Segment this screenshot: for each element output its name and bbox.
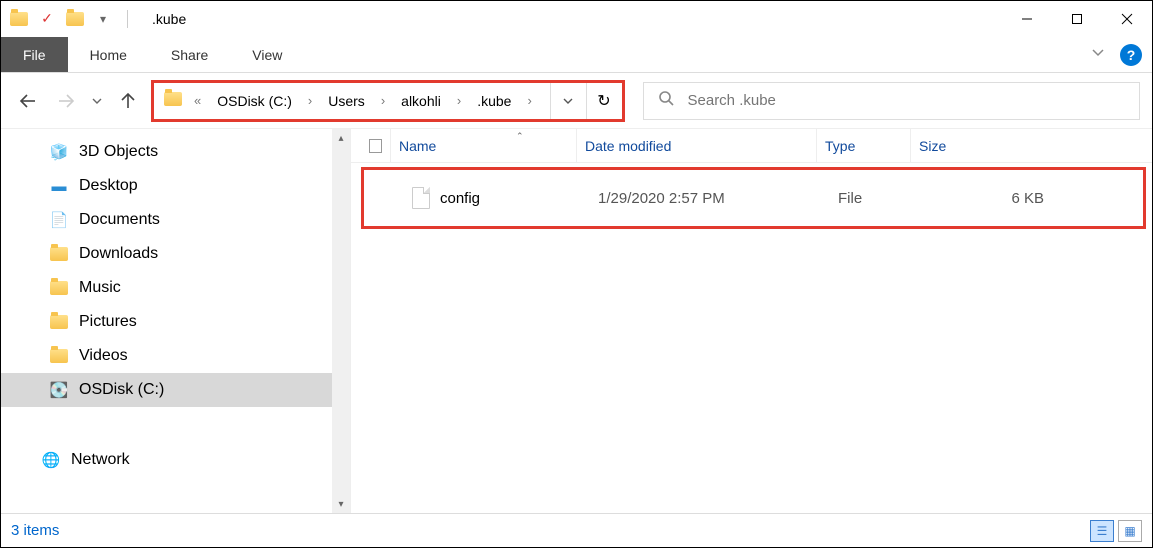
sidebar-label: Music — [79, 279, 121, 297]
status-item-count: 3 items — [11, 522, 59, 539]
sidebar-label: Videos — [79, 347, 128, 365]
address-dropdown-button[interactable] — [550, 83, 586, 119]
file-size: 6 KB — [924, 190, 1084, 207]
checkbox-icon[interactable] — [369, 139, 382, 153]
sidebar-item-music[interactable]: Music — [1, 271, 350, 305]
search-input[interactable] — [688, 92, 1126, 109]
sidebar-label: Pictures — [79, 313, 137, 331]
column-label: Type — [825, 138, 855, 154]
sidebar-item-downloads[interactable]: Downloads — [1, 237, 350, 271]
folder-icon — [9, 9, 29, 29]
sort-indicator-icon: ⌃ — [516, 131, 524, 142]
separator — [127, 10, 128, 28]
thumbnails-view-button[interactable]: ▦ — [1118, 520, 1142, 542]
column-type[interactable]: Type — [817, 129, 911, 162]
qat-customize-icon[interactable]: ▾ — [93, 9, 113, 29]
details-view-button[interactable]: ☰ — [1090, 520, 1114, 542]
sidebar-item-3d-objects[interactable]: 🧊 3D Objects — [1, 135, 350, 169]
up-button[interactable] — [113, 86, 143, 116]
scrollbar[interactable]: ▴ ▾ — [332, 129, 350, 513]
tab-view[interactable]: View — [230, 37, 304, 72]
file-type: File — [830, 190, 924, 207]
sidebar-label: Desktop — [79, 177, 138, 195]
3d-objects-icon: 🧊 — [49, 142, 69, 162]
sidebar-label: 3D Objects — [79, 143, 158, 161]
back-button[interactable] — [13, 86, 43, 116]
help-button[interactable]: ? — [1120, 44, 1142, 66]
videos-icon — [49, 346, 69, 366]
close-button[interactable] — [1102, 1, 1152, 37]
breadcrumb-item[interactable]: Users — [324, 89, 369, 113]
sidebar-item-videos[interactable]: Videos — [1, 339, 350, 373]
ribbon: File Home Share View ? — [1, 37, 1152, 73]
ribbon-expand-icon[interactable] — [1090, 44, 1106, 65]
desktop-icon: ▬ — [49, 176, 69, 196]
minimize-button[interactable] — [1002, 1, 1052, 37]
navigation-pane: 🧊 3D Objects ▬ Desktop 📄 Documents Download… — [1, 129, 351, 513]
breadcrumb-item[interactable]: OSDisk (C:) — [213, 89, 296, 113]
file-icon — [412, 187, 430, 209]
qat-folder-icon[interactable] — [65, 9, 85, 29]
statusbar: 3 items ☰ ▦ — [1, 513, 1152, 547]
documents-icon: 📄 — [49, 210, 69, 230]
file-name: config — [440, 190, 480, 207]
forward-button[interactable] — [51, 86, 81, 116]
column-label: Date modified — [585, 138, 671, 154]
drive-icon: 💽 — [49, 380, 69, 400]
sidebar-label: OSDisk (C:) — [79, 381, 164, 399]
search-icon — [658, 90, 674, 111]
address-bar[interactable]: « OSDisk (C:) › Users › alkohli › .kube … — [151, 80, 625, 122]
file-tab[interactable]: File — [1, 37, 68, 72]
pictures-icon — [49, 312, 69, 332]
chevron-right-icon[interactable]: › — [381, 93, 385, 108]
breadcrumb-item[interactable]: .kube — [473, 89, 515, 113]
sidebar-item-desktop[interactable]: ▬ Desktop — [1, 169, 350, 203]
sidebar-label: Downloads — [79, 245, 158, 263]
breadcrumb-back-icon[interactable]: « — [194, 93, 201, 108]
sidebar-item-documents[interactable]: 📄 Documents — [1, 203, 350, 237]
tab-home[interactable]: Home — [68, 37, 149, 72]
column-select-all[interactable] — [361, 129, 391, 162]
scroll-up-icon[interactable]: ▴ — [332, 129, 350, 147]
breadcrumb-item[interactable]: alkohli — [397, 89, 445, 113]
recent-locations-button[interactable] — [89, 86, 105, 116]
navbar: « OSDisk (C:) › Users › alkohli › .kube … — [1, 73, 1152, 129]
column-header-row: Name Date modified Type Size — [351, 129, 1152, 163]
downloads-icon — [49, 244, 69, 264]
tab-share[interactable]: Share — [149, 37, 230, 72]
scroll-down-icon[interactable]: ▾ — [332, 495, 350, 513]
file-list: ⌃ Name Date modified Type Size config 1/… — [351, 129, 1152, 513]
sidebar-item-osdisk[interactable]: 💽 OSDisk (C:) — [1, 373, 350, 407]
chevron-right-icon[interactable]: › — [457, 93, 461, 108]
sidebar-label: Network — [71, 451, 130, 469]
file-row[interactable]: config 1/29/2020 2:57 PM File 6 KB — [364, 187, 1143, 209]
column-label: Size — [919, 138, 946, 154]
refresh-button[interactable]: ↻ — [586, 83, 622, 119]
column-size[interactable]: Size — [911, 129, 1071, 162]
column-name[interactable]: Name — [391, 129, 577, 162]
column-date[interactable]: Date modified — [577, 129, 817, 162]
column-label: Name — [399, 138, 436, 154]
address-folder-icon — [164, 92, 182, 109]
maximize-button[interactable] — [1052, 1, 1102, 37]
chevron-right-icon[interactable]: › — [308, 93, 312, 108]
sidebar-item-network[interactable]: 🌐 Network — [1, 443, 350, 477]
network-icon: 🌐 — [41, 450, 61, 470]
highlighted-file-row: config 1/29/2020 2:57 PM File 6 KB — [361, 167, 1146, 229]
sidebar-item-pictures[interactable]: Pictures — [1, 305, 350, 339]
file-date: 1/29/2020 2:57 PM — [590, 190, 830, 207]
chevron-right-icon[interactable]: › — [527, 93, 531, 108]
titlebar: ✓ ▾ .kube — [1, 1, 1152, 37]
sidebar-label: Documents — [79, 211, 160, 229]
music-icon — [49, 278, 69, 298]
qat-properties-icon[interactable]: ✓ — [37, 9, 57, 29]
window-title: .kube — [152, 11, 186, 27]
search-box[interactable] — [643, 82, 1141, 120]
